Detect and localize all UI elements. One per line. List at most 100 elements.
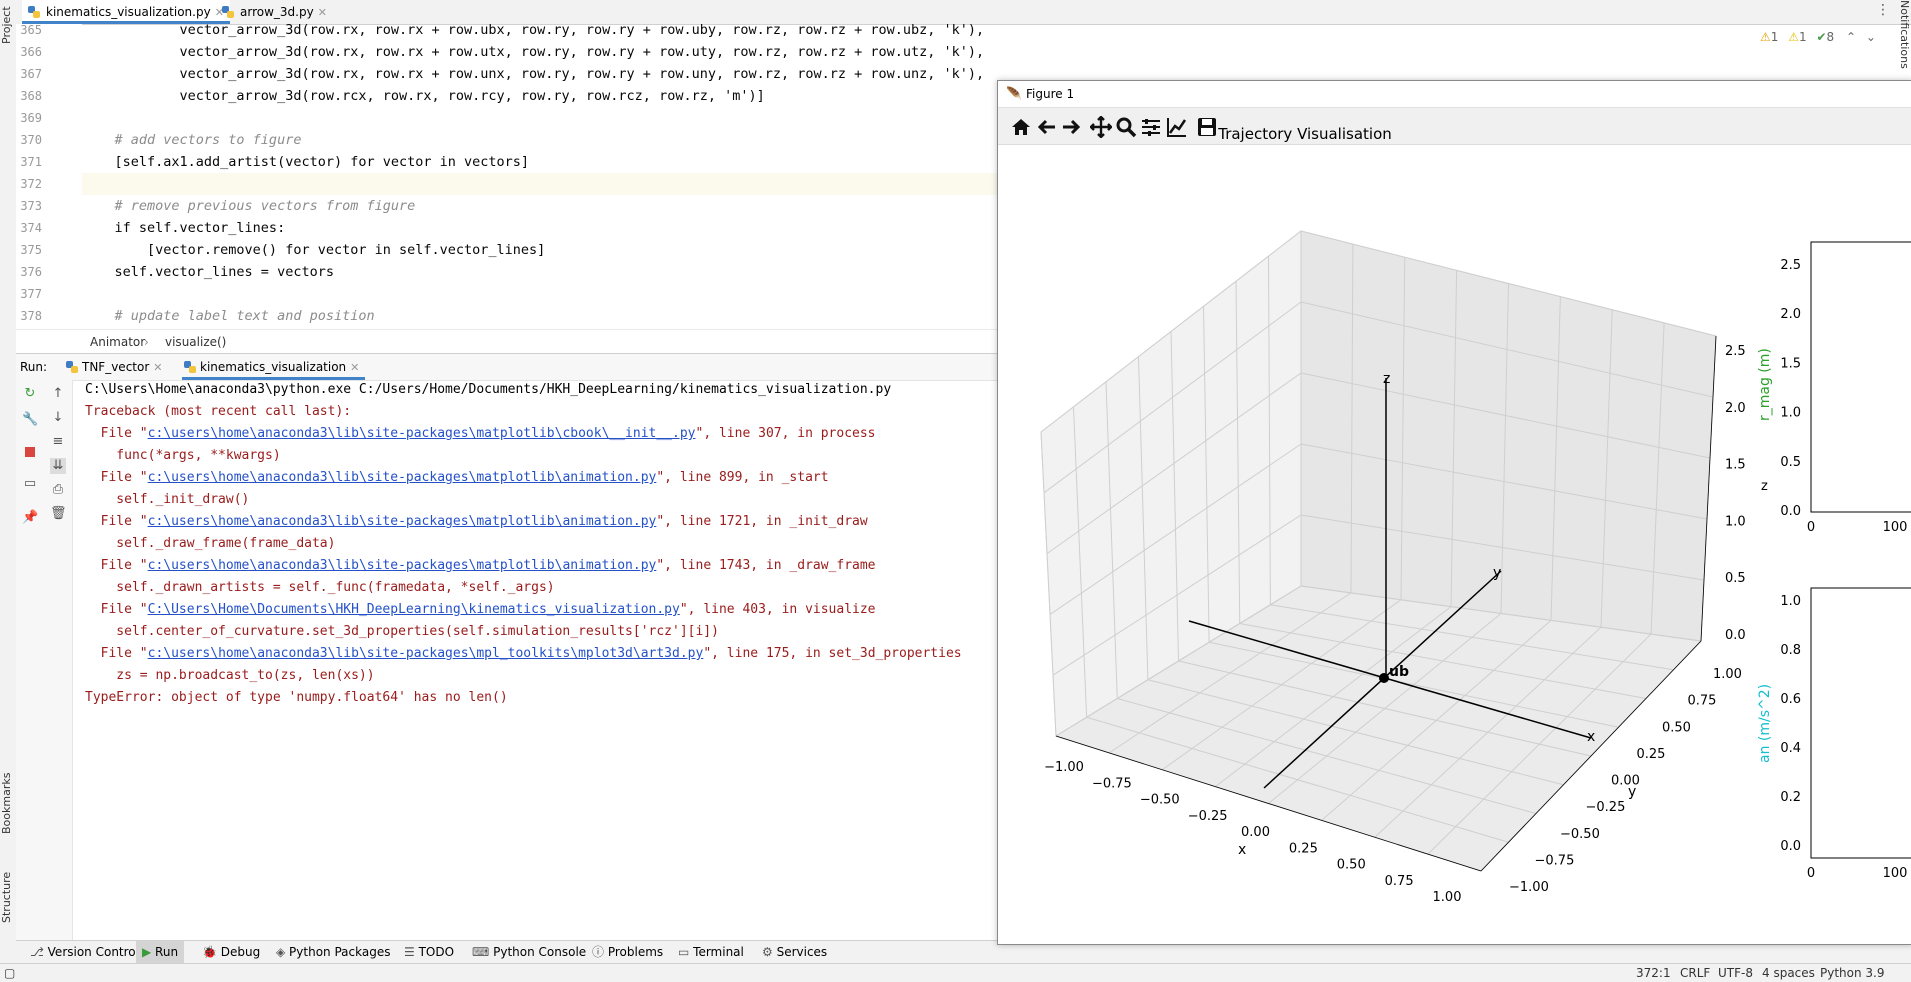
traceback-prefix: File ": [85, 602, 148, 617]
y-axis-label: y: [1628, 784, 1636, 800]
toolwindow-icon: ▭: [678, 945, 694, 959]
toolwindow-label: Python Packages: [289, 945, 391, 959]
top-subplot-ylabel: r_mag (m): [1757, 348, 1773, 421]
toolwindow-icon: ⚙: [762, 945, 777, 959]
traceback-prefix: File ": [85, 514, 148, 529]
traceback-line: self._drawn_artists = self._func(frameda…: [85, 580, 555, 595]
x-tick-label: −0.75: [1092, 776, 1132, 791]
z-tick-label: 2.0: [1725, 401, 1746, 416]
traceback-line: self._draw_frame(frame_data): [85, 536, 336, 551]
bottom-y-tick: 0.6: [1780, 692, 1801, 707]
toolwindow-label: Problems: [607, 945, 664, 959]
file-encoding[interactable]: UTF-8: [1718, 964, 1753, 982]
toolwindow-icon: ⎇: [30, 945, 48, 959]
toolwindow-label: TODO: [418, 945, 455, 959]
traceback-file-line: File "c:\users\home\anaconda3\lib\site-p…: [85, 643, 962, 665]
top-subplot-z-label: z: [1761, 479, 1768, 494]
indent-setting[interactable]: 4 spaces: [1762, 964, 1815, 982]
top-y-tick: 0.0: [1780, 504, 1801, 519]
traceback-file-link[interactable]: c:\users\home\anaconda3\lib\site-package…: [148, 514, 657, 529]
status-bar: ▢ 372:1 CRLF UTF-8 4 spaces Python 3.9: [0, 963, 1911, 982]
traceback-line: Traceback (most recent call last):: [85, 404, 352, 419]
toolwindow-run[interactable]: ▶ Run: [136, 941, 185, 964]
chevron-up-icon[interactable]: ⌃: [1846, 30, 1856, 44]
typo-ok-icon: ✔: [1816, 30, 1827, 44]
top-x-tick: 0: [1807, 520, 1815, 535]
plot-title: Trajectory Visualisation: [1218, 125, 1392, 143]
notifications-tool-button[interactable]: Notifications: [1894, 0, 1911, 80]
traceback-suffix: ", line 175, in set_3d_properties: [703, 646, 962, 661]
traceback-file-link[interactable]: c:\users\home\anaconda3\lib\site-package…: [148, 470, 657, 485]
bottom-y-tick: 0.2: [1780, 790, 1801, 805]
toolwindow-python-console[interactable]: ⌨ Python Console: [466, 941, 592, 964]
traceback-prefix: File ": [85, 646, 148, 661]
line-separator[interactable]: CRLF: [1680, 964, 1710, 982]
toolwindow-problems[interactable]: ⓘ Problems: [586, 941, 669, 964]
bottom-x-tick: 100: [1883, 866, 1908, 881]
toolwindow-icon: ◈: [276, 945, 290, 959]
bottom-y-tick: 1.0: [1780, 594, 1801, 609]
figure-canvas[interactable]: ubzyx−1.00−0.75−0.50−0.250.000.250.500.7…: [998, 145, 1911, 942]
toolwindow-python-packages[interactable]: ◈ Python Packages: [270, 941, 396, 964]
x-tick-label: 1.00: [1433, 890, 1462, 905]
traceback-file-link[interactable]: c:\users\home\anaconda3\lib\site-package…: [148, 426, 696, 441]
z-tick-label: 1.0: [1725, 514, 1746, 529]
top-y-tick: 2.5: [1780, 258, 1801, 273]
z-tick-label: 0.5: [1725, 571, 1746, 586]
toolwindow-label: Version Control: [47, 945, 139, 959]
y-tick-label: −1.00: [1509, 880, 1549, 895]
toolwindow-version-control[interactable]: ⎇ Version Control: [24, 941, 145, 964]
traceback-file-line: File "c:\users\home\anaconda3\lib\site-p…: [85, 511, 868, 533]
x-tick-label: −0.50: [1140, 793, 1180, 808]
bottom-y-tick: 0.0: [1780, 839, 1801, 854]
more-icon[interactable]: ⋮: [1876, 2, 1890, 18]
toolwindow-icon: 🐞: [202, 945, 221, 959]
x-tick-label: 0.50: [1337, 858, 1366, 873]
x-tick-label: 0.25: [1289, 841, 1318, 856]
bottom-subplot-frame: [1810, 587, 1911, 859]
traceback-file-line: File "c:\users\home\anaconda3\lib\site-p…: [85, 423, 876, 445]
y-tick-label: 0.50: [1662, 720, 1691, 735]
y-tick-label: 0.75: [1688, 694, 1717, 709]
top-y-tick: 2.0: [1780, 307, 1801, 322]
caret-position[interactable]: 372:1: [1636, 964, 1671, 982]
traceback-file-link[interactable]: c:\users\home\anaconda3\lib\site-package…: [148, 558, 657, 573]
y-tick-label: 0.25: [1637, 747, 1666, 762]
traceback-suffix: ", line 1743, in _draw_frame: [656, 558, 876, 573]
z-tick-label: 2.5: [1725, 344, 1746, 359]
matplotlib-figure-window[interactable]: 🪶 Figure 1 Trajectory Visualisation ub z y…: [997, 80, 1911, 945]
traceback-suffix: ", line 899, in _start: [656, 470, 829, 485]
toolwindow-label: Services: [776, 945, 828, 959]
toolwindow-terminal[interactable]: ▭ Terminal: [672, 941, 750, 964]
python-interpreter[interactable]: Python 3.9: [1820, 964, 1885, 982]
y-tick-label: −0.75: [1535, 853, 1575, 868]
traceback-suffix: ", line 1721, in _init_draw: [656, 514, 868, 529]
traceback-file-link[interactable]: c:\users\home\anaconda3\lib\site-package…: [148, 646, 704, 661]
warning-count: 1: [1770, 30, 1779, 44]
top-y-tick: 1.5: [1780, 356, 1801, 371]
toolwindow-services[interactable]: ⚙ Services: [756, 941, 833, 964]
run-console-output[interactable]: C:\Users\Home\anaconda3\python.exe C:/Us…: [0, 0, 997, 940]
traceback-file-link[interactable]: C:\Users\Home\Documents\HKH_DeepLearning…: [148, 602, 680, 617]
toolwindow-icon: ▶: [142, 945, 156, 959]
toolwindow-todo[interactable]: ☰ TODO: [398, 941, 460, 964]
status-widget-icon[interactable]: ▢: [4, 964, 15, 982]
bottom-y-tick: 0.4: [1780, 741, 1801, 756]
traceback-line: self._init_draw(): [85, 492, 250, 507]
inspection-widget[interactable]: ⚠1 ⚠1 ✔8 ⌃ ⌄: [1760, 30, 1876, 48]
bottom-y-tick: 0.8: [1780, 643, 1801, 658]
toolwindow-label: Debug: [220, 945, 261, 959]
command-line: C:\Users\Home\anaconda3\python.exe C:/Us…: [85, 382, 892, 397]
warning-icon: ⚠: [1760, 30, 1771, 44]
traceback-suffix: ", line 403, in visualize: [679, 602, 876, 617]
vector-y-label: y: [1493, 565, 1501, 581]
traceback-file-line: File "c:\users\home\anaconda3\lib\site-p…: [85, 555, 876, 577]
toolwindow-label: Run: [155, 945, 179, 959]
traceback-suffix: ", line 307, in process: [695, 426, 876, 441]
z-tick-label: 0.0: [1725, 628, 1746, 643]
toolwindow-icon: ☰: [404, 945, 419, 959]
top-y-tick: 1.0: [1780, 406, 1801, 421]
chevron-down-icon[interactable]: ⌄: [1866, 30, 1876, 44]
toolwindow-debug[interactable]: 🐞 Debug: [196, 941, 266, 964]
vector-x-label: x: [1587, 729, 1595, 745]
